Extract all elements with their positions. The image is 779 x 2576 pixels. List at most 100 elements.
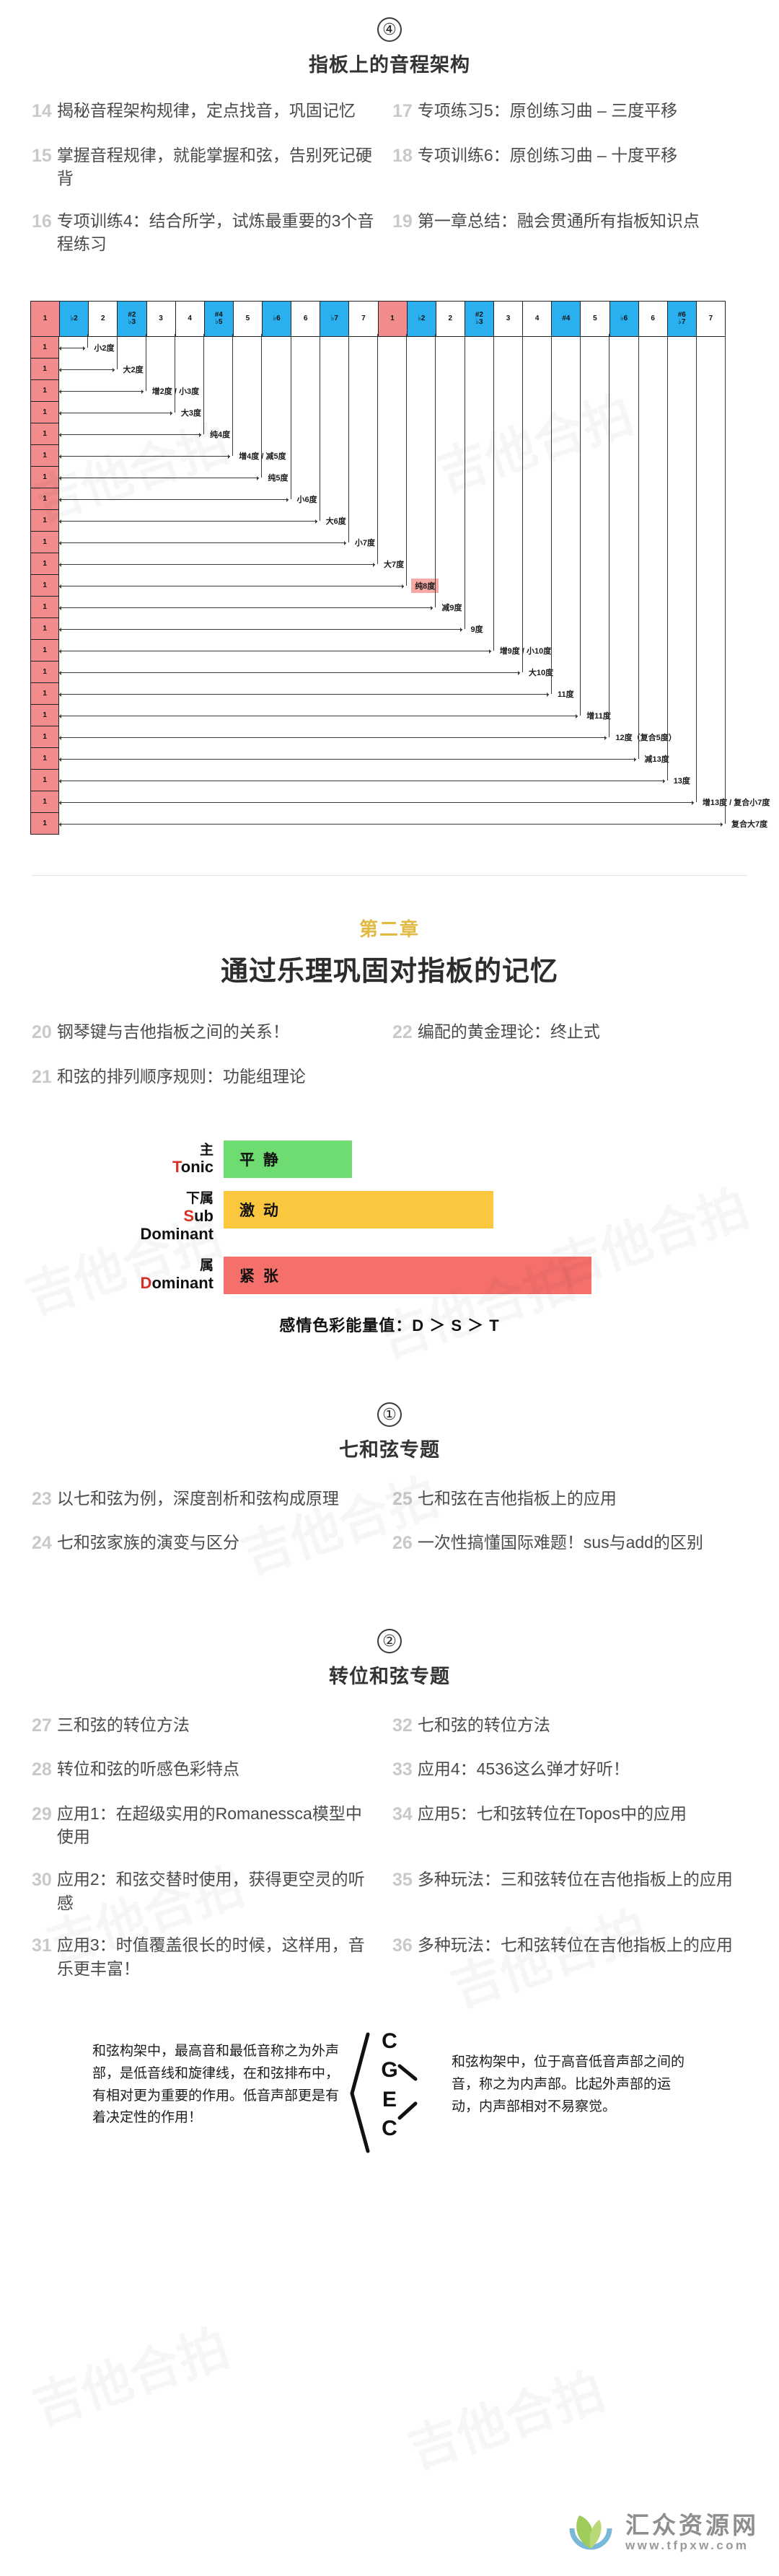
interval-label: 大6度 bbox=[325, 517, 346, 527]
interval-row: 1 增9度 / 小10度 bbox=[30, 334, 726, 662]
list-item[interactable]: 20 钢琴键与吉他指板之间的关系！ bbox=[32, 1020, 392, 1046]
list-item[interactable]: 27 三和弦的转位方法 bbox=[32, 1713, 392, 1739]
fret-note-top: ♭2 bbox=[418, 314, 426, 322]
interval-root-cell: 1 bbox=[30, 705, 60, 727]
list-item[interactable]: 32 七和弦的转位方法 bbox=[392, 1713, 753, 1739]
seventh-course-list: 23 以七和弦为例，深度剖析和弦构成原理 25 七和弦在吉他指板上的应用 24 … bbox=[0, 1487, 779, 1575]
section-circle-number: ① bbox=[377, 1402, 402, 1427]
interval-rows: 1 小2度 1 大2度 1 增2度 / 小3度 1 大3度 1 纯4度 1 增4度 / 减5度 1 纯5度… bbox=[30, 334, 770, 835]
interval-arrow bbox=[59, 822, 723, 827]
list-item[interactable]: 21 和弦的排列顺序规则：功能组理论 bbox=[32, 1065, 392, 1091]
fretboard-course-list: 14 揭秘音程架构规律，定点找音，巩固记忆 17 专项练习5：原创练习曲 – 三… bbox=[0, 99, 779, 275]
list-item[interactable]: 29 应用1：在超级实用的Romanessca模型中使用 bbox=[32, 1802, 392, 1849]
list-item[interactable]: 19 第一章总结：融会贯通所有指板知识点 bbox=[392, 209, 753, 256]
list-item[interactable]: 34 应用5：七和弦转位在Topos中的应用 bbox=[392, 1802, 753, 1849]
site-name: 汇众资源网 bbox=[625, 2511, 759, 2538]
fret-note-top: 3 bbox=[159, 314, 163, 322]
fret-cell-12: 1 bbox=[378, 302, 408, 337]
interval-line-area: 纯4度 bbox=[59, 334, 726, 445]
tonic-label-en: Tonic bbox=[115, 1158, 214, 1176]
interval-label: 大7度 bbox=[384, 561, 405, 570]
interval-label: 复合大7度 bbox=[731, 820, 768, 830]
interval-line-area: 小2度 bbox=[59, 334, 726, 359]
interval-line-area: 增2度 / 小3度 bbox=[59, 334, 726, 402]
interval-label: 增4度 / 减5度 bbox=[239, 452, 286, 462]
list-item[interactable]: 33 应用4：4536这么弹才好听！ bbox=[392, 1757, 753, 1783]
interval-row: 1 纯8度 bbox=[30, 334, 726, 597]
interval-label: 增9度 / 小10度 bbox=[499, 647, 552, 656]
fret-cell-13: ♭2 bbox=[407, 302, 436, 337]
interval-tick bbox=[348, 334, 349, 543]
interval-line-area: 增13度 / 复合小7度 bbox=[59, 334, 770, 813]
interval-root-cell: 1 bbox=[30, 726, 60, 749]
interval-label: 13度 bbox=[673, 777, 690, 786]
item-label: 应用5：七和弦转位在Topos中的应用 bbox=[417, 1803, 687, 1823]
list-item[interactable]: 25 七和弦在吉他指板上的应用 bbox=[392, 1487, 753, 1513]
function-row-subdominant: 下属 Sub Dominant 激 动 bbox=[115, 1191, 664, 1243]
interval-line-area: 纯8度 bbox=[59, 334, 726, 597]
interval-row: 1 减13度 bbox=[30, 334, 726, 770]
interval-line-area: 13度 bbox=[59, 334, 726, 791]
item-label: 以七和弦为例，深度剖析和弦构成原理 bbox=[56, 1488, 339, 1508]
fret-cell-18: #4 bbox=[552, 302, 581, 337]
fret-cell-9: 6 bbox=[291, 302, 321, 337]
fret-cell-19: 5 bbox=[581, 302, 610, 337]
list-item[interactable]: 16 专项训练4：结合所学，试炼最重要的3个音程练习 bbox=[32, 209, 392, 256]
list-item[interactable]: 24 七和弦家族的演变与区分 bbox=[32, 1531, 392, 1557]
interval-row: 1 增11度 bbox=[30, 334, 726, 727]
interval-arrow bbox=[59, 367, 115, 372]
list-item[interactable]: 35 多种玩法：三和弦转位在吉他指板上的应用 bbox=[392, 1868, 753, 1915]
interval-arrow bbox=[59, 627, 462, 632]
interval-tick bbox=[638, 334, 639, 760]
item-label: 七和弦家族的演变与区分 bbox=[56, 1533, 239, 1552]
list-item-empty bbox=[392, 1065, 753, 1091]
section-title: 指板上的音程架构 bbox=[309, 54, 470, 76]
interval-label: 12度（复合5度） bbox=[615, 734, 677, 743]
energy-formula: 感情色彩能量值：D ＞ S ＞ T bbox=[279, 1316, 500, 1335]
item-label: 应用4：4536这么弹才好听！ bbox=[417, 1759, 630, 1779]
list-item[interactable]: 31 应用3：时值覆盖很长的时候，这样用，音乐更丰富！ bbox=[32, 1933, 392, 1980]
list-item[interactable]: 28 转位和弦的听感色彩特点 bbox=[32, 1757, 392, 1783]
fret-note-top: 6 bbox=[303, 314, 308, 322]
tonic-label-cn: 主 bbox=[199, 1142, 214, 1158]
inner-voice-text: 和弦构架中，位于高音低音声部之间的音，称之为内声部。比起外声部的运动，内声部相对… bbox=[452, 2054, 685, 2114]
item-number: 16 bbox=[32, 211, 52, 232]
interval-root-cell: 1 bbox=[30, 661, 60, 684]
interval-tick bbox=[232, 334, 234, 457]
list-item[interactable]: 30 应用2：和弦交替时使用，获得更空灵的听感 bbox=[32, 1868, 392, 1915]
item-label: 多种玩法：七和弦转位在吉他指板上的应用 bbox=[417, 1935, 733, 1955]
fret-note-top: ♭6 bbox=[273, 314, 281, 322]
subdominant-bar: 激 动 bbox=[224, 1191, 493, 1229]
section-circle-number: ② bbox=[377, 1628, 402, 1653]
item-label: 应用2：和弦交替时使用，获得更空灵的听感 bbox=[56, 1869, 365, 1912]
dominant-initial: D bbox=[140, 1273, 152, 1292]
interval-row: 1 复合大7度 bbox=[30, 334, 767, 835]
interval-line-area: 减9度 bbox=[59, 334, 726, 618]
tonic-bar-value: 平 静 bbox=[239, 1152, 281, 1169]
fret-header-row: 1 ♭2 2 #2 ♭3 3 4 #4 ♭5 5 ♭6 6 ♭7 7 1 ♭2 2 #2 ♭3 3 4 #4 5 ♭6 6 #6 ♭… bbox=[30, 301, 726, 338]
fret-cell-11: 7 bbox=[349, 302, 379, 337]
dominant-label: 属 Dominant bbox=[115, 1257, 224, 1294]
section-title: 七和弦专题 bbox=[339, 1438, 440, 1461]
list-item[interactable]: 36 多种玩法：七和弦转位在吉他指板上的应用 bbox=[392, 1933, 753, 1980]
list-item[interactable]: 26 一次性搞懂国际难题！sus与add的区别 bbox=[392, 1531, 753, 1557]
interval-line-area: 大10度 bbox=[59, 334, 726, 683]
list-item[interactable]: 22 编配的黄金理论：终止式 bbox=[392, 1020, 753, 1046]
interval-row: 1 13度 bbox=[30, 334, 726, 792]
list-item[interactable]: 14 揭秘音程架构规律，定点找音，巩固记忆 bbox=[32, 99, 392, 125]
dominant-rest: ominant bbox=[151, 1273, 214, 1292]
item-number: 20 bbox=[32, 1022, 52, 1043]
chord-note-stack: C G E C bbox=[346, 2024, 433, 2153]
fret-cell-6: #4 ♭5 bbox=[204, 302, 234, 337]
list-item[interactable]: 15 掌握音程规律，就能掌握和弦，告别死记硬背 bbox=[32, 144, 392, 190]
interval-tick bbox=[580, 334, 581, 716]
interval-tick bbox=[203, 334, 205, 435]
list-item[interactable]: 17 专项练习5：原创练习曲 – 三度平移 bbox=[392, 99, 753, 125]
interval-arrow bbox=[59, 800, 694, 805]
fret-note-top: 1 bbox=[43, 314, 48, 322]
list-item[interactable]: 23 以七和弦为例，深度剖析和弦构成原理 bbox=[32, 1487, 392, 1513]
fret-cell-0: 1 bbox=[31, 302, 61, 337]
item-label: 揭秘音程架构规律，定点找音，巩固记忆 bbox=[56, 101, 356, 120]
list-item[interactable]: 18 专项训练6：原创练习曲 – 十度平移 bbox=[392, 144, 753, 190]
interval-line-area: 复合大7度 bbox=[59, 334, 767, 835]
